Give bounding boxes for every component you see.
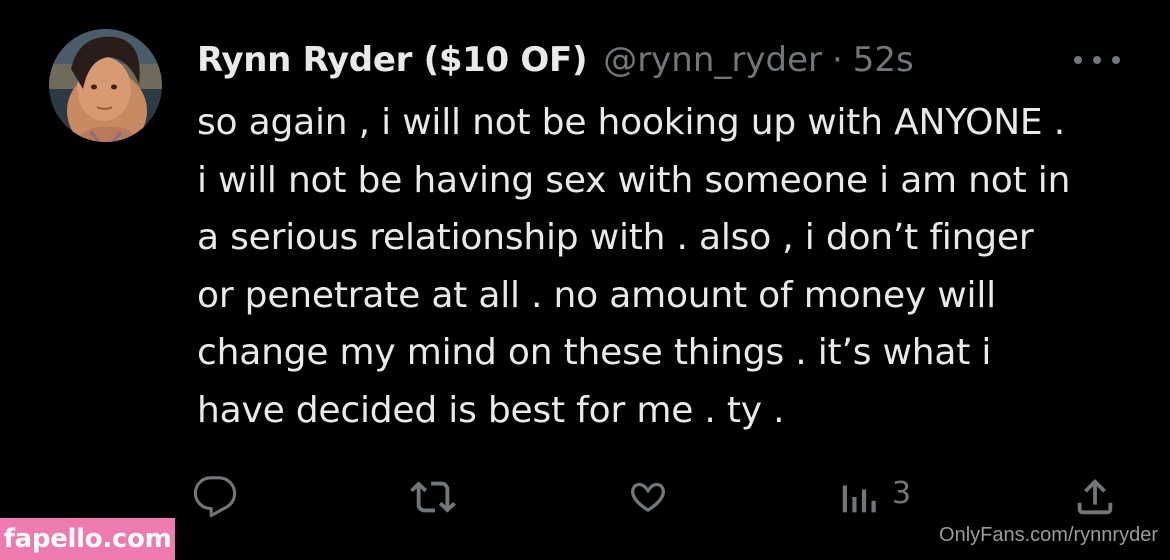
- display-name[interactable]: Rynn Ryder ($10 OF): [197, 40, 588, 80]
- reply-bubble-icon: [193, 476, 237, 518]
- reply-button[interactable]: [192, 474, 238, 520]
- views-button[interactable]: 3: [840, 474, 911, 520]
- timestamp[interactable]: 52s: [853, 40, 914, 80]
- more-dot-icon: [1074, 56, 1082, 64]
- tweet-text: so again , i will not be hooking up with…: [197, 102, 1071, 431]
- tweet-header: Rynn Ryder ($10 OF) @rynn_ryder · 52s: [197, 36, 914, 84]
- avatar[interactable]: [49, 29, 162, 142]
- more-options-button[interactable]: [1074, 48, 1120, 72]
- more-dot-icon: [1093, 56, 1101, 64]
- retweet-button[interactable]: [410, 474, 456, 520]
- heart-icon: [631, 482, 665, 513]
- user-handle[interactable]: @rynn_ryder: [603, 40, 822, 80]
- retweet-icon: [410, 481, 456, 513]
- views-count: 3: [892, 475, 912, 511]
- like-button[interactable]: [625, 474, 671, 520]
- share-button[interactable]: [1072, 474, 1118, 520]
- separator-dot: ·: [831, 40, 843, 80]
- avatar-photo: [49, 29, 162, 142]
- watermark-onlyfans: OnlyFans.com/rynnryder: [939, 524, 1158, 546]
- share-icon: [1077, 478, 1113, 515]
- views-chart-icon: [842, 485, 876, 513]
- more-dot-icon: [1112, 56, 1120, 64]
- watermark-fapello: fapello.com: [0, 518, 175, 560]
